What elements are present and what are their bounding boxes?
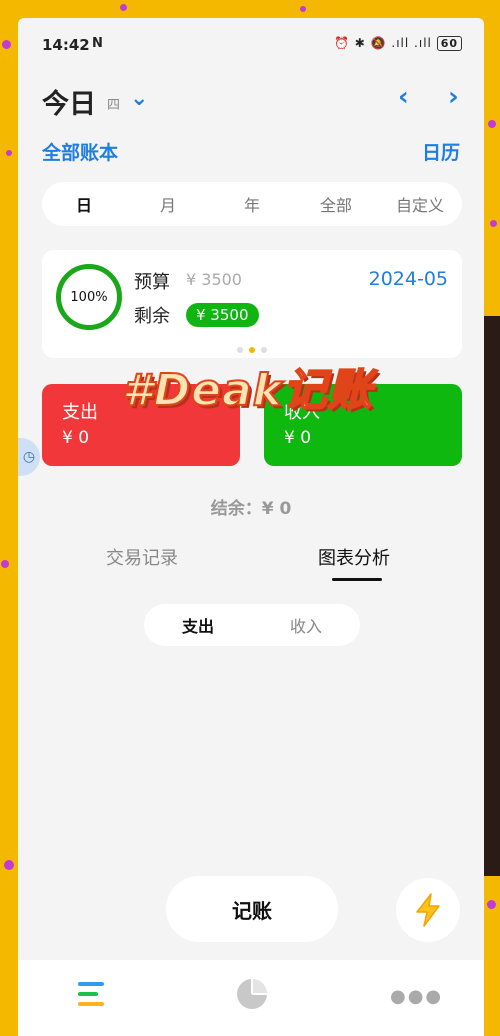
record-button[interactable]: 记账 <box>166 876 338 942</box>
remain-badge: ¥ 3500 <box>186 303 259 327</box>
decor-dot <box>6 150 12 156</box>
chevron-down-icon[interactable]: ⌄ <box>130 86 148 111</box>
bottom-nav: ●●● <box>18 960 484 1036</box>
balance-text: 结余：¥ 0 <box>210 499 292 519</box>
decor-dot <box>1 560 9 568</box>
watermark: #Deak记账 <box>121 364 373 417</box>
list-icon-line <box>78 992 98 996</box>
decor-dot <box>488 120 496 128</box>
budget-card[interactable]: 100% 预算 ¥ 3500 2024-05 剩余 ¥ 3500 <box>42 250 462 358</box>
more-icon[interactable]: ●●● <box>390 986 443 1007</box>
decor-dot <box>4 860 14 870</box>
calendar-link[interactable]: 日历 <box>422 138 460 165</box>
nfc-icon: N <box>92 36 103 51</box>
all-books-link[interactable]: 全部账本 <box>42 138 118 165</box>
chevron-right-icon[interactable]: › <box>448 82 459 112</box>
tab-year[interactable]: 年 <box>210 192 294 216</box>
page-title: 今日 <box>42 89 96 120</box>
battery-icon: 60 <box>436 36 462 51</box>
phone-screen: 14:42 N ⏰ ✱ 🔕 .ıll .ıll 60 今日 四 ⌄ ‹ › 全部… <box>18 18 484 1036</box>
expense-label: 支出 <box>62 402 98 423</box>
pager-dot <box>261 347 267 353</box>
tab-all[interactable]: 全部 <box>294 192 378 216</box>
status-system-icons: ⏰ ✱ 🔕 .ıll .ıll <box>334 36 432 50</box>
floating-clock-icon[interactable]: ◷ <box>18 438 40 476</box>
remain-label: 剩余 <box>134 306 170 327</box>
tab-custom[interactable]: 自定义 <box>378 192 462 216</box>
status-icons: ⏰ ✱ 🔕 .ıll .ıll 60 <box>334 36 462 51</box>
decor-dot <box>490 220 497 227</box>
list-icon-line <box>78 1002 104 1006</box>
list-icon[interactable] <box>78 980 110 1010</box>
period-tabs: 日 月 年 全部 自定义 <box>42 182 462 226</box>
type-segment: 支出 收入 <box>144 604 360 646</box>
decor-dot <box>2 40 11 49</box>
segment-income[interactable]: 收入 <box>252 613 360 637</box>
chevron-left-icon[interactable]: ‹ <box>398 82 409 112</box>
pager-dot-active <box>249 347 255 353</box>
background-photo <box>484 316 500 876</box>
budget-label: 预算 <box>134 272 170 293</box>
budget-month[interactable]: 2024-05 <box>369 268 448 290</box>
tab-day[interactable]: 日 <box>42 192 126 216</box>
budget-value: ¥ 3500 <box>186 270 242 289</box>
decor-dot <box>487 900 496 909</box>
expense-value: ¥ 0 <box>62 428 90 448</box>
budget-progress-ring: 100% <box>56 264 122 330</box>
pie-chart-icon[interactable] <box>234 976 270 1012</box>
tab-indicator <box>332 578 382 581</box>
income-value: ¥ 0 <box>284 428 312 448</box>
status-bar: 14:42 N ⏰ ✱ 🔕 .ıll .ıll 60 <box>42 36 462 56</box>
list-icon-line <box>78 982 104 986</box>
weekday-label: 四 <box>107 98 121 113</box>
tab-month[interactable]: 月 <box>126 192 210 216</box>
decor-dot <box>300 6 306 12</box>
decor-dot <box>120 4 127 11</box>
segment-expense[interactable]: 支出 <box>144 613 252 637</box>
tab-charts[interactable]: 图表分析 <box>318 544 390 570</box>
pager-dot <box>237 347 243 353</box>
tab-records[interactable]: 交易记录 <box>106 544 178 570</box>
lightning-icon <box>416 893 440 927</box>
status-time: 14:42 <box>42 36 90 54</box>
budget-progress-text: 100% <box>70 289 108 305</box>
quick-record-button[interactable] <box>396 878 460 942</box>
